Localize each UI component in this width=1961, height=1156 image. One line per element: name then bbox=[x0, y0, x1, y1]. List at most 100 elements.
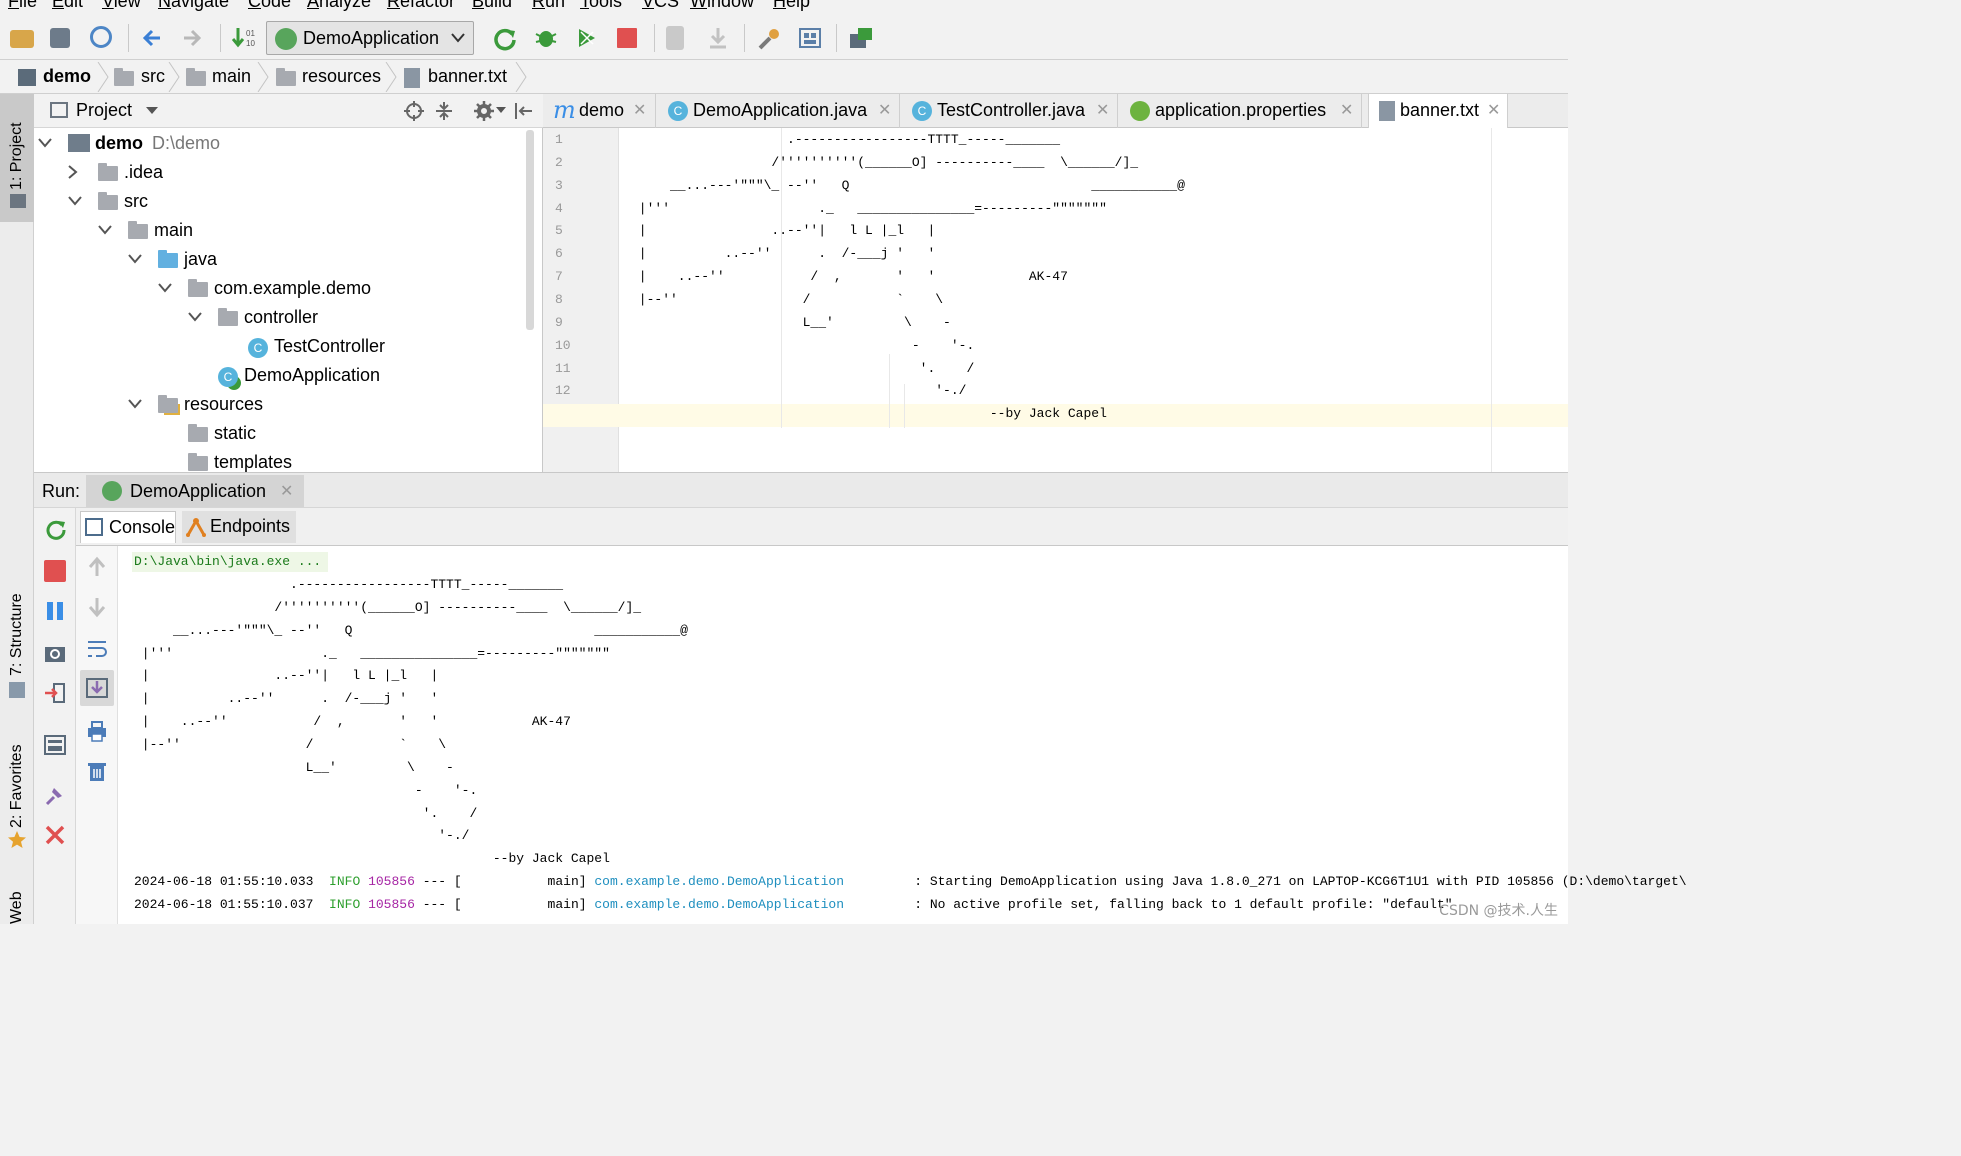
log-logger: com.example.demo.DemoApplication bbox=[594, 896, 844, 912]
crumb-banner-txt[interactable]: banner.txt bbox=[428, 66, 507, 87]
close-icon[interactable]: ✕ bbox=[633, 100, 646, 120]
tree-scrollbar[interactable] bbox=[526, 130, 534, 330]
code-line: |--'' / ` \ bbox=[631, 291, 944, 307]
menu-code[interactable]: Code bbox=[248, 0, 291, 12]
tab-demoapplication-java[interactable]: C DemoApplication.java ✕ bbox=[656, 94, 900, 128]
menu-navigate[interactable]: Navigate bbox=[158, 0, 229, 12]
log-pid: 105856 bbox=[368, 896, 415, 912]
tree-label: resources bbox=[184, 394, 264, 414]
exit-icon[interactable] bbox=[44, 682, 66, 704]
locate-target-icon[interactable] bbox=[404, 101, 424, 121]
chevron-down-icon[interactable] bbox=[146, 107, 158, 115]
close-icon[interactable]: ✕ bbox=[1487, 100, 1500, 120]
structure-tool-tab[interactable]: 7: Structure bbox=[8, 593, 26, 676]
console-banner-line: /''''''''''(______O] ----------____ \___… bbox=[134, 599, 642, 615]
close-icon[interactable]: ✕ bbox=[280, 481, 293, 501]
project-tool-tab[interactable]: 1: Project bbox=[8, 122, 26, 190]
forward-arrow-icon[interactable] bbox=[180, 26, 204, 50]
chevron-down-icon[interactable] bbox=[128, 399, 142, 409]
crumb-demo[interactable]: demo bbox=[43, 66, 91, 87]
menu-help[interactable]: Help bbox=[773, 0, 810, 12]
chevron-down-icon[interactable] bbox=[158, 283, 172, 293]
menu-run[interactable]: Run bbox=[532, 0, 565, 12]
back-arrow-icon[interactable] bbox=[140, 26, 164, 50]
chevron-down-icon[interactable] bbox=[188, 312, 202, 322]
arrow-down-icon[interactable] bbox=[86, 596, 108, 618]
rerun-icon[interactable] bbox=[492, 26, 516, 51]
log-pid: 105856 bbox=[368, 874, 415, 889]
tab-testcontroller-java[interactable]: C TestController.java ✕ bbox=[900, 94, 1118, 128]
print-icon[interactable] bbox=[86, 720, 108, 742]
chevron-down-icon[interactable] bbox=[128, 254, 142, 264]
menu-view[interactable]: View bbox=[102, 0, 141, 12]
gear-icon[interactable] bbox=[474, 101, 494, 121]
menu-analyze[interactable]: Analyze bbox=[307, 0, 371, 12]
attach-icon[interactable] bbox=[666, 26, 684, 50]
close-icon[interactable] bbox=[44, 824, 66, 846]
tab-banner-txt[interactable]: banner.txt ✕ bbox=[1368, 94, 1508, 128]
download-icon[interactable] bbox=[706, 26, 730, 50]
chevron-right-icon[interactable] bbox=[68, 165, 78, 179]
layout-icon[interactable] bbox=[44, 734, 66, 756]
close-icon[interactable]: ✕ bbox=[1096, 100, 1109, 120]
debug-icon[interactable] bbox=[534, 26, 558, 50]
menu-build[interactable]: Build bbox=[472, 0, 512, 12]
run-config-selector[interactable]: DemoApplication bbox=[266, 21, 474, 55]
settings-wrench-icon[interactable] bbox=[756, 26, 780, 50]
pause-icon[interactable] bbox=[44, 600, 66, 622]
folder-icon bbox=[114, 68, 134, 86]
tab-demo[interactable]: m demo ✕ bbox=[543, 94, 656, 128]
project-panel-title[interactable]: Project bbox=[76, 100, 132, 121]
source-folder-icon bbox=[158, 250, 178, 268]
sync-icon[interactable] bbox=[90, 26, 112, 48]
trash-icon[interactable] bbox=[86, 760, 108, 782]
maven-icon: m bbox=[553, 96, 576, 124]
stop-icon[interactable] bbox=[617, 28, 637, 48]
resources-folder-icon bbox=[276, 68, 296, 86]
close-icon[interactable]: ✕ bbox=[878, 100, 891, 120]
crumb-src[interactable]: src bbox=[141, 66, 165, 87]
menu-tools[interactable]: Tools bbox=[580, 0, 622, 12]
rerun-icon[interactable] bbox=[44, 518, 66, 540]
arrow-up-icon[interactable] bbox=[86, 556, 108, 578]
collapse-all-icon[interactable] bbox=[434, 101, 454, 121]
crumb-separator-icon bbox=[97, 62, 109, 92]
menu-window[interactable]: Window bbox=[690, 0, 754, 12]
code-line: '. / bbox=[631, 360, 975, 376]
tab-application-properties[interactable]: application.properties ✕ bbox=[1118, 94, 1362, 128]
main-toolbar: 01 10 DemoApplication bbox=[0, 16, 1568, 60]
crumb-separator-icon bbox=[168, 62, 180, 92]
folder-icon bbox=[98, 163, 118, 181]
menu-vcs[interactable]: VCS bbox=[642, 0, 679, 12]
scroll-to-end-toggle[interactable] bbox=[80, 670, 114, 706]
project-structure-icon[interactable] bbox=[798, 26, 822, 50]
crumb-main[interactable]: main bbox=[212, 66, 251, 87]
menu-edit[interactable]: Edit bbox=[52, 0, 83, 12]
menu-file[interactable]: File bbox=[8, 0, 37, 12]
stop-icon[interactable] bbox=[44, 560, 66, 582]
save-icon[interactable] bbox=[50, 28, 70, 48]
chevron-down-icon[interactable] bbox=[98, 225, 112, 235]
tab-endpoints[interactable]: Endpoints bbox=[182, 511, 296, 543]
open-folder-icon[interactable] bbox=[10, 30, 34, 48]
console-banner-line: L__' \ - bbox=[134, 759, 454, 775]
menu-refactor[interactable]: Refactor bbox=[387, 0, 455, 12]
chevron-down-icon[interactable] bbox=[496, 107, 506, 115]
run-config-tab[interactable]: DemoApplication ✕ bbox=[86, 475, 304, 507]
tab-console[interactable]: Console bbox=[80, 511, 176, 543]
pin-icon[interactable] bbox=[44, 784, 66, 806]
hide-panel-icon[interactable] bbox=[514, 101, 534, 121]
favorites-tool-tab[interactable]: 2: Favorites bbox=[8, 744, 26, 828]
chevron-down-icon[interactable] bbox=[68, 196, 82, 206]
project-view-icon bbox=[50, 102, 68, 118]
chevron-down-icon[interactable] bbox=[38, 138, 52, 148]
build-project-icon[interactable]: 01 10 bbox=[231, 26, 256, 50]
close-icon[interactable]: ✕ bbox=[1340, 100, 1353, 120]
soft-wrap-icon[interactable] bbox=[86, 638, 108, 660]
log-logger: com.example.demo.DemoApplication bbox=[594, 874, 844, 889]
web-tool-tab[interactable]: Web bbox=[8, 891, 26, 924]
coverage-icon[interactable] bbox=[575, 26, 599, 50]
camera-icon[interactable] bbox=[44, 642, 66, 664]
crumb-resources[interactable]: resources bbox=[302, 66, 381, 87]
sdk-manager-icon[interactable] bbox=[848, 26, 872, 50]
